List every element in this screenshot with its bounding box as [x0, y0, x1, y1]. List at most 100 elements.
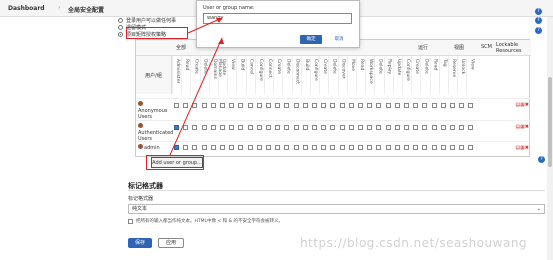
breadcrumb-current[interactable]: 全局安全配置	[68, 5, 104, 14]
permission-checkbox[interactable]	[256, 145, 262, 150]
permission-checkbox[interactable]	[312, 145, 317, 150]
permission-checkbox[interactable]	[238, 145, 244, 150]
permission-checkbox[interactable]	[468, 125, 474, 130]
permission-checkbox[interactable]	[385, 103, 391, 108]
permission-checkbox[interactable]	[339, 145, 345, 150]
permission-checkbox[interactable]	[440, 145, 446, 150]
permission-checkbox[interactable]	[394, 145, 400, 150]
permission-checkbox[interactable]	[431, 145, 437, 150]
permission-checkbox[interactable]	[312, 103, 317, 108]
permission-checkbox[interactable]	[367, 103, 373, 108]
add-user-or-group-button[interactable]: Add user or group...	[151, 157, 203, 168]
permission-checkbox[interactable]	[440, 103, 446, 108]
permission-checkbox[interactable]	[339, 103, 345, 108]
permission-checkbox[interactable]	[367, 125, 373, 130]
row-actions-icon[interactable]: ▤▦✖	[515, 145, 529, 151]
permission-checkbox[interactable]	[192, 145, 198, 150]
help-icon[interactable]: ?	[535, 17, 542, 24]
permission-checkbox[interactable]	[183, 145, 189, 150]
help-icon[interactable]: ?	[535, 27, 542, 34]
dialog-ok-button[interactable]: 确定	[300, 35, 322, 44]
permission-checkbox[interactable]	[376, 145, 382, 150]
permission-checkbox[interactable]	[431, 125, 437, 130]
permission-checkbox[interactable]	[450, 125, 455, 130]
permission-checkbox[interactable]	[358, 145, 363, 150]
permission-checkbox[interactable]	[468, 145, 474, 150]
permission-checkbox[interactable]	[210, 145, 216, 150]
permission-checkbox[interactable]	[201, 125, 207, 130]
permission-checkbox[interactable]	[459, 103, 465, 108]
permission-checkbox[interactable]	[210, 103, 216, 108]
permission-checkbox[interactable]	[348, 125, 354, 130]
row-actions-icon[interactable]: ▤▦✖	[515, 102, 529, 108]
dialog-cancel-button[interactable]: 取消	[329, 35, 349, 44]
radio-icon[interactable]	[118, 25, 123, 30]
breadcrumb-dashboard[interactable]: Dashboard	[8, 5, 45, 12]
permission-checkbox[interactable]	[192, 125, 198, 130]
permission-checkbox[interactable]	[385, 125, 391, 130]
permission-checkbox[interactable]	[174, 125, 179, 130]
permission-checkbox[interactable]	[468, 103, 474, 108]
permission-checkbox[interactable]	[229, 145, 235, 150]
permission-checkbox[interactable]	[312, 125, 317, 130]
permission-checkbox[interactable]	[440, 125, 446, 130]
markup-formatter-select[interactable]: 纯文本 ⌄	[128, 204, 545, 214]
scrollbar[interactable]	[547, 17, 553, 260]
permission-checkbox[interactable]	[174, 103, 179, 108]
permission-checkbox[interactable]	[404, 145, 409, 150]
help-icon[interactable]: ?	[538, 156, 545, 163]
permission-checkbox[interactable]	[220, 103, 225, 108]
permission-checkbox[interactable]	[201, 145, 207, 150]
permission-checkbox[interactable]	[385, 145, 391, 150]
apply-button[interactable]: 应用	[158, 238, 184, 248]
permission-checkbox[interactable]	[413, 145, 419, 150]
permission-checkbox[interactable]	[220, 145, 225, 150]
permission-checkbox[interactable]	[266, 103, 271, 108]
permission-checkbox[interactable]	[266, 125, 271, 130]
permission-checkbox[interactable]	[330, 125, 336, 130]
permission-checkbox[interactable]	[293, 103, 299, 108]
permission-checkbox[interactable]	[247, 103, 253, 108]
permission-checkbox[interactable]	[422, 145, 428, 150]
permission-checkbox[interactable]	[238, 125, 244, 130]
permission-checkbox[interactable]	[229, 103, 235, 108]
scrollbar-thumb[interactable]	[548, 77, 552, 167]
permission-checkbox[interactable]	[330, 103, 336, 108]
permission-checkbox[interactable]	[293, 145, 299, 150]
permission-checkbox[interactable]	[404, 103, 409, 108]
permission-checkbox[interactable]	[293, 125, 299, 130]
permission-checkbox[interactable]	[284, 125, 290, 130]
permission-checkbox[interactable]	[321, 103, 327, 108]
permission-checkbox[interactable]	[358, 103, 363, 108]
permission-checkbox[interactable]	[238, 103, 244, 108]
permission-checkbox[interactable]	[302, 125, 308, 130]
permission-checkbox[interactable]	[302, 145, 308, 150]
permission-checkbox[interactable]	[183, 103, 189, 108]
permission-checkbox[interactable]	[367, 145, 373, 150]
permission-checkbox[interactable]	[321, 145, 327, 150]
permission-checkbox[interactable]	[376, 103, 382, 108]
permission-checkbox[interactable]	[422, 103, 428, 108]
permission-checkbox[interactable]	[192, 103, 198, 108]
permission-checkbox[interactable]	[275, 145, 281, 150]
permission-checkbox[interactable]	[201, 103, 207, 108]
permission-checkbox[interactable]	[348, 103, 354, 108]
permission-checkbox[interactable]	[330, 145, 336, 150]
permission-checkbox[interactable]	[275, 103, 281, 108]
permission-checkbox[interactable]	[210, 125, 216, 130]
permission-checkbox[interactable]	[229, 125, 235, 130]
permission-checkbox[interactable]	[404, 125, 409, 130]
permission-checkbox[interactable]	[284, 145, 290, 150]
permission-checkbox[interactable]	[358, 125, 363, 130]
permission-checkbox[interactable]	[247, 125, 253, 130]
permission-checkbox[interactable]	[376, 125, 382, 130]
user-name-input[interactable]: wangy	[203, 13, 352, 24]
permission-checkbox[interactable]	[431, 103, 437, 108]
auth-option-logged-in[interactable]: 登录用户可以做任何事	[118, 17, 176, 24]
permission-checkbox[interactable]	[394, 103, 400, 108]
permission-checkbox[interactable]	[174, 145, 179, 150]
permission-checkbox[interactable]	[256, 103, 262, 108]
permission-checkbox[interactable]	[220, 125, 225, 130]
permission-checkbox[interactable]	[459, 125, 465, 130]
permission-checkbox[interactable]	[413, 125, 419, 130]
